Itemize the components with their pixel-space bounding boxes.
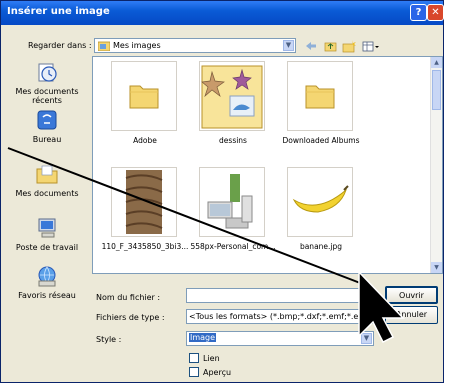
place-my-computer[interactable]: Poste de travail	[7, 217, 87, 252]
preview-label: Aperçu	[203, 368, 232, 377]
new-folder-icon[interactable]	[342, 40, 356, 53]
place-label: Mes documents récents	[15, 87, 79, 105]
up-folder-icon[interactable]	[324, 42, 337, 52]
my-computer-icon	[38, 218, 56, 238]
desktop-icon	[37, 110, 57, 130]
file-item[interactable]: dessins	[189, 61, 277, 151]
place-my-documents[interactable]: Mes documents	[7, 163, 87, 198]
banana-photo-thumbnail	[292, 185, 349, 213]
file-thumbnail	[111, 61, 177, 131]
file-thumbnail	[111, 167, 177, 237]
places-bar: Mes documents récents Bureau Mes documen…	[7, 59, 87, 356]
file-item[interactable]: 558px-Personal_com...	[189, 167, 277, 257]
look-in-value: Mes images	[113, 41, 161, 50]
chevron-down-icon[interactable]: ▼	[283, 40, 294, 51]
file-name: banane.jpg	[299, 242, 343, 251]
file-thumbnail	[287, 167, 353, 237]
help-button[interactable]: ?	[410, 4, 427, 21]
place-label: Poste de travail	[15, 243, 79, 252]
file-thumbnail	[199, 61, 265, 131]
file-thumbnail	[287, 61, 353, 131]
place-network[interactable]: Favoris réseau	[7, 265, 87, 300]
place-label: Mes documents	[15, 189, 79, 198]
my-documents-icon	[36, 165, 58, 184]
file-name: Adobe	[133, 136, 157, 145]
file-thumbnail	[199, 167, 265, 237]
preview-checkbox[interactable]	[189, 367, 199, 377]
filetype-label: Fichiers de type :	[96, 313, 165, 322]
file-item[interactable]: Adobe	[101, 61, 189, 151]
place-recent-documents[interactable]: Mes documents récents	[7, 61, 87, 105]
filetype-select[interactable]: <Tous les formats> (*.bmp;*.dxf;*.emf;*.…	[186, 309, 374, 324]
scroll-down-icon[interactable]: ▼	[431, 262, 442, 273]
file-item[interactable]: banane.jpg	[277, 167, 365, 257]
recent-docs-icon	[38, 63, 57, 82]
filename-label: Nom du fichier :	[96, 293, 161, 302]
sand-photo-thumbnail	[125, 170, 163, 234]
file-item[interactable]: 110_F_3435850_3bi3...	[101, 167, 189, 257]
style-label: Style :	[96, 335, 122, 344]
link-checkbox[interactable]	[189, 353, 199, 363]
folder-icon	[129, 85, 159, 109]
back-icon[interactable]	[306, 42, 316, 50]
scroll-thumb[interactable]	[432, 70, 441, 110]
close-button[interactable]: ✕	[427, 4, 444, 21]
scroll-up-icon[interactable]: ▲	[431, 57, 442, 68]
place-label: Bureau	[32, 135, 62, 144]
file-name: 558px-Personal_com...	[190, 242, 276, 251]
views-menu-icon[interactable]	[362, 41, 379, 52]
network-places-icon	[38, 266, 56, 287]
computer-photo-thumbnail	[207, 174, 253, 229]
file-name: 110_F_3435850_3bi3...	[101, 242, 189, 251]
toolbar-icons	[306, 40, 379, 53]
file-name: Downloaded Albums	[282, 136, 360, 145]
place-label: Favoris réseau	[18, 291, 76, 300]
style-select[interactable]: Image ▼	[186, 331, 374, 346]
filetype-value: <Tous les formats> (*.bmp;*.dxf;*.emf;*.…	[189, 312, 361, 321]
style-value: Image	[189, 333, 217, 342]
file-name: dessins	[219, 136, 247, 145]
link-label: Lien	[203, 354, 220, 363]
folder-with-images-icon	[201, 65, 263, 129]
place-desktop[interactable]: Bureau	[7, 109, 87, 144]
mouse-cursor-icon	[358, 270, 405, 344]
window-title: Insérer une image	[7, 6, 110, 17]
look-in-label: Regarder dans :	[28, 41, 92, 50]
look-in-combo[interactable]: Mes images ▼	[94, 38, 296, 53]
filename-field[interactable]: ▼	[186, 288, 374, 303]
title-bar[interactable]: Insérer une image ? ✕	[1, 1, 444, 25]
file-list-pane[interactable]: Adobe dessins Downloaded Albums 110_F_34…	[92, 56, 443, 274]
my-pictures-folder-icon	[98, 41, 110, 51]
folder-icon	[305, 85, 335, 109]
vertical-scrollbar[interactable]: ▲ ▼	[430, 57, 442, 273]
file-item[interactable]: Downloaded Albums	[277, 61, 365, 151]
